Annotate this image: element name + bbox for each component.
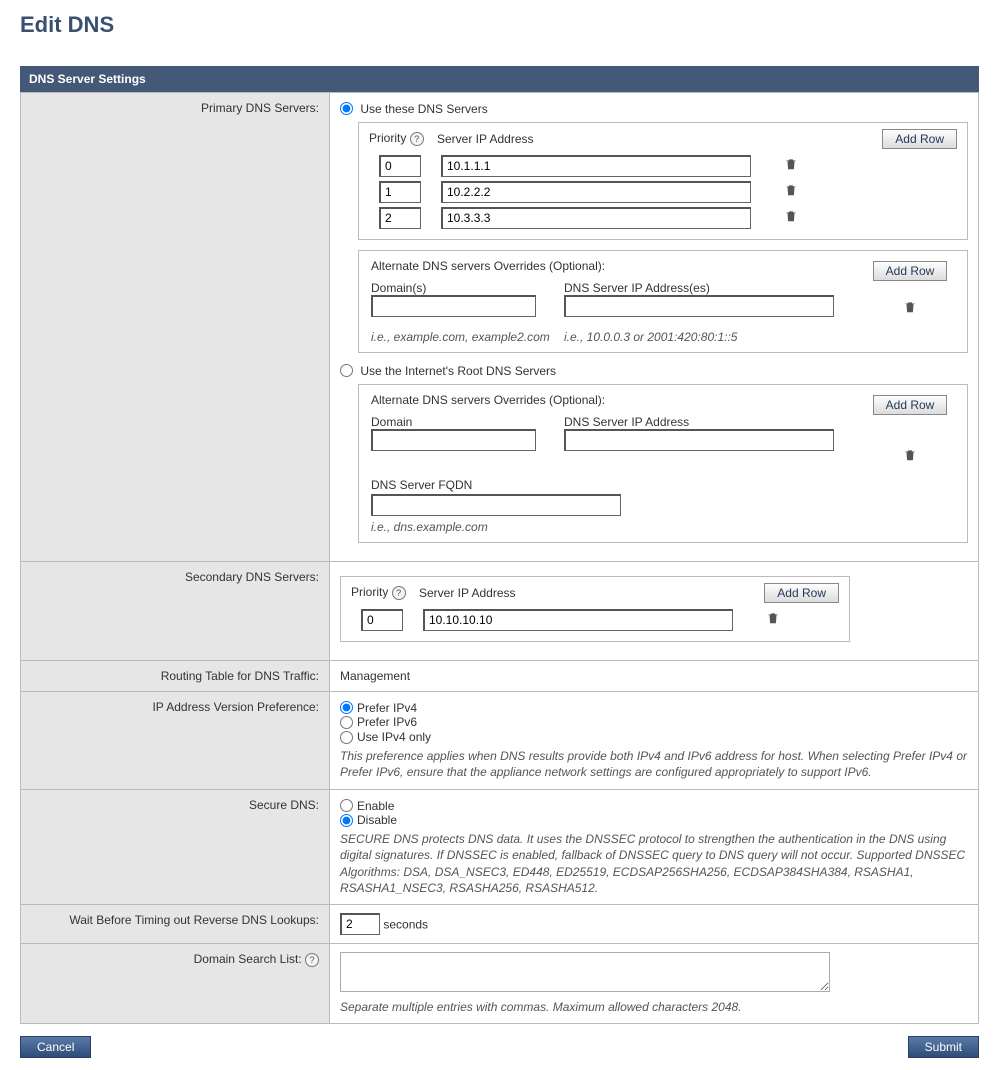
secondary-dns-table: Priority ? Server IP Address Add Row — [340, 576, 850, 642]
priority-input[interactable] — [379, 207, 421, 229]
col-ip-label: Server IP Address — [419, 586, 741, 600]
secure-dns-disable-label: Disable — [357, 813, 397, 827]
ip-pref-desc: This preference applies when DNS results… — [340, 748, 968, 780]
root-alt-ip-label: DNS Server IP Address — [564, 415, 865, 429]
alt-title: Alternate DNS servers Overrides (Optiona… — [371, 259, 865, 273]
root-alt-ip-input[interactable] — [564, 429, 834, 451]
page-title: Edit DNS — [20, 12, 979, 38]
dsl-label: Domain Search List: ? — [21, 943, 330, 1023]
prefer-ipv4-radio[interactable] — [340, 701, 353, 714]
root-alt-title: Alternate DNS servers Overrides (Optiona… — [371, 393, 865, 407]
prefer-ipv4-label: Prefer IPv4 — [357, 700, 417, 714]
alt-ip-input[interactable] — [564, 295, 834, 317]
trash-icon[interactable] — [903, 299, 917, 318]
table-row — [369, 207, 957, 229]
cancel-button[interactable]: Cancel — [20, 1036, 91, 1058]
root-alt-fqdn-input[interactable] — [371, 494, 621, 516]
use-these-dns-radio[interactable] — [340, 102, 353, 115]
primary-dns-label: Primary DNS Servers: — [21, 93, 330, 562]
submit-button[interactable]: Submit — [908, 1036, 979, 1058]
primary-dns-table: Priority ? Server IP Address Add Row — [358, 122, 968, 240]
add-row-button[interactable]: Add Row — [882, 129, 957, 149]
root-alt-domain-input[interactable] — [371, 429, 536, 451]
trash-icon[interactable] — [766, 610, 780, 629]
wait-unit: seconds — [383, 917, 428, 931]
add-row-button[interactable]: Add Row — [873, 261, 948, 281]
wait-seconds-input[interactable] — [340, 913, 380, 935]
priority-input[interactable] — [379, 155, 421, 177]
server-ip-input[interactable] — [423, 609, 733, 631]
priority-input[interactable] — [379, 181, 421, 203]
alt-domain-hint: i.e., example.com, example2.com — [371, 330, 556, 344]
col-ip-label: Server IP Address — [437, 132, 859, 146]
panel-header: DNS Server Settings — [20, 66, 979, 92]
secure-dns-desc: SECURE DNS protects DNS data. It uses th… — [340, 831, 968, 896]
routing-table-value: Management — [330, 660, 979, 691]
use-root-dns-radio[interactable] — [340, 364, 353, 377]
settings-table: Primary DNS Servers: Use these DNS Serve… — [20, 92, 979, 1024]
use-these-dns-label: Use these DNS Servers — [360, 102, 487, 116]
help-icon[interactable]: ? — [410, 132, 424, 146]
table-row — [369, 155, 957, 177]
secure-dns-enable-radio[interactable] — [340, 799, 353, 812]
col-priority-label: Priority — [351, 585, 388, 599]
trash-icon[interactable] — [784, 208, 798, 227]
alt-domains-input[interactable] — [371, 295, 536, 317]
alt-dns-override-box: Alternate DNS servers Overrides (Optiona… — [358, 250, 968, 353]
ip-pref-label: IP Address Version Preference: — [21, 691, 330, 789]
alt-ip-hint: i.e., 10.0.0.3 or 2001:420:80:1::5 — [564, 330, 955, 344]
table-row — [351, 609, 839, 631]
alt-domains-label: Domain(s) — [371, 281, 556, 295]
alt-ip-label: DNS Server IP Address(es) — [564, 281, 865, 295]
domain-search-list-textarea[interactable] — [340, 952, 830, 992]
help-icon[interactable]: ? — [392, 586, 406, 600]
priority-input[interactable] — [361, 609, 403, 631]
trash-icon[interactable] — [784, 156, 798, 175]
dsl-hint: Separate multiple entries with commas. M… — [340, 999, 968, 1015]
root-alt-dns-override-box: Alternate DNS servers Overrides (Optiona… — [358, 384, 968, 543]
add-row-button[interactable]: Add Row — [764, 583, 839, 603]
root-alt-fqdn-label: DNS Server FQDN — [371, 478, 955, 492]
prefer-ipv6-label: Prefer IPv6 — [357, 715, 417, 729]
server-ip-input[interactable] — [441, 181, 751, 203]
use-ipv4-only-label: Use IPv4 only — [357, 730, 431, 744]
help-icon[interactable]: ? — [305, 953, 319, 967]
root-alt-domain-label: Domain — [371, 415, 556, 429]
secondary-dns-label: Secondary DNS Servers: — [21, 561, 330, 660]
trash-icon[interactable] — [903, 447, 917, 466]
routing-table-label: Routing Table for DNS Traffic: — [21, 660, 330, 691]
add-row-button[interactable]: Add Row — [873, 395, 948, 415]
secure-dns-disable-radio[interactable] — [340, 814, 353, 827]
secure-dns-label: Secure DNS: — [21, 789, 330, 904]
table-row — [369, 181, 957, 203]
use-root-dns-label: Use the Internet's Root DNS Servers — [360, 364, 556, 378]
root-alt-fqdn-hint: i.e., dns.example.com — [371, 520, 488, 534]
server-ip-input[interactable] — [441, 207, 751, 229]
col-priority-label: Priority — [369, 131, 406, 145]
wait-label: Wait Before Timing out Reverse DNS Looku… — [21, 904, 330, 943]
use-ipv4-only-radio[interactable] — [340, 731, 353, 744]
prefer-ipv6-radio[interactable] — [340, 716, 353, 729]
server-ip-input[interactable] — [441, 155, 751, 177]
trash-icon[interactable] — [784, 182, 798, 201]
secure-dns-enable-label: Enable — [357, 798, 394, 812]
